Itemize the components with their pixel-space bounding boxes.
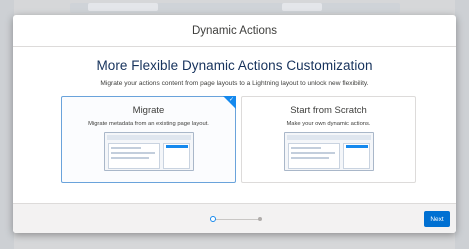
lightning-layout-illustration	[284, 132, 374, 171]
option-description: Make your own dynamic actions.	[286, 121, 371, 127]
start-from-scratch-option-card[interactable]: Start from Scratch Make your own dynamic…	[241, 96, 416, 183]
option-title: Migrate	[132, 105, 165, 116]
background-tab	[282, 3, 322, 11]
option-title: Start from Scratch	[290, 105, 367, 116]
dynamic-actions-modal: Dynamic Actions More Flexible Dynamic Ac…	[13, 15, 456, 233]
page-heading: More Flexible Dynamic Actions Customizat…	[96, 58, 373, 73]
checkmark-icon: ✓	[228, 96, 234, 103]
background-tab	[88, 3, 158, 11]
migrate-option-card[interactable]: ✓ Migrate Migrate metadata from an exist…	[61, 96, 236, 183]
modal-footer: Next	[13, 203, 456, 233]
next-button[interactable]: Next	[424, 211, 450, 227]
background-left-rail	[0, 0, 14, 249]
progress-step-current[interactable]	[210, 216, 216, 222]
page-subheading: Migrate your actions content from page l…	[100, 80, 369, 87]
option-description: Migrate metadata from an existing page l…	[88, 121, 209, 127]
background-right-rail	[455, 0, 469, 249]
modal-body: More Flexible Dynamic Actions Customizat…	[13, 58, 456, 87]
option-cards: ✓ Migrate Migrate metadata from an exist…	[61, 96, 416, 183]
progress-step-next[interactable]	[258, 217, 262, 221]
progress-track	[212, 218, 260, 220]
page-layout-illustration	[104, 132, 194, 171]
progress-indicator	[210, 216, 262, 222]
modal-header: Dynamic Actions	[13, 15, 456, 47]
modal-title: Dynamic Actions	[191, 24, 277, 37]
